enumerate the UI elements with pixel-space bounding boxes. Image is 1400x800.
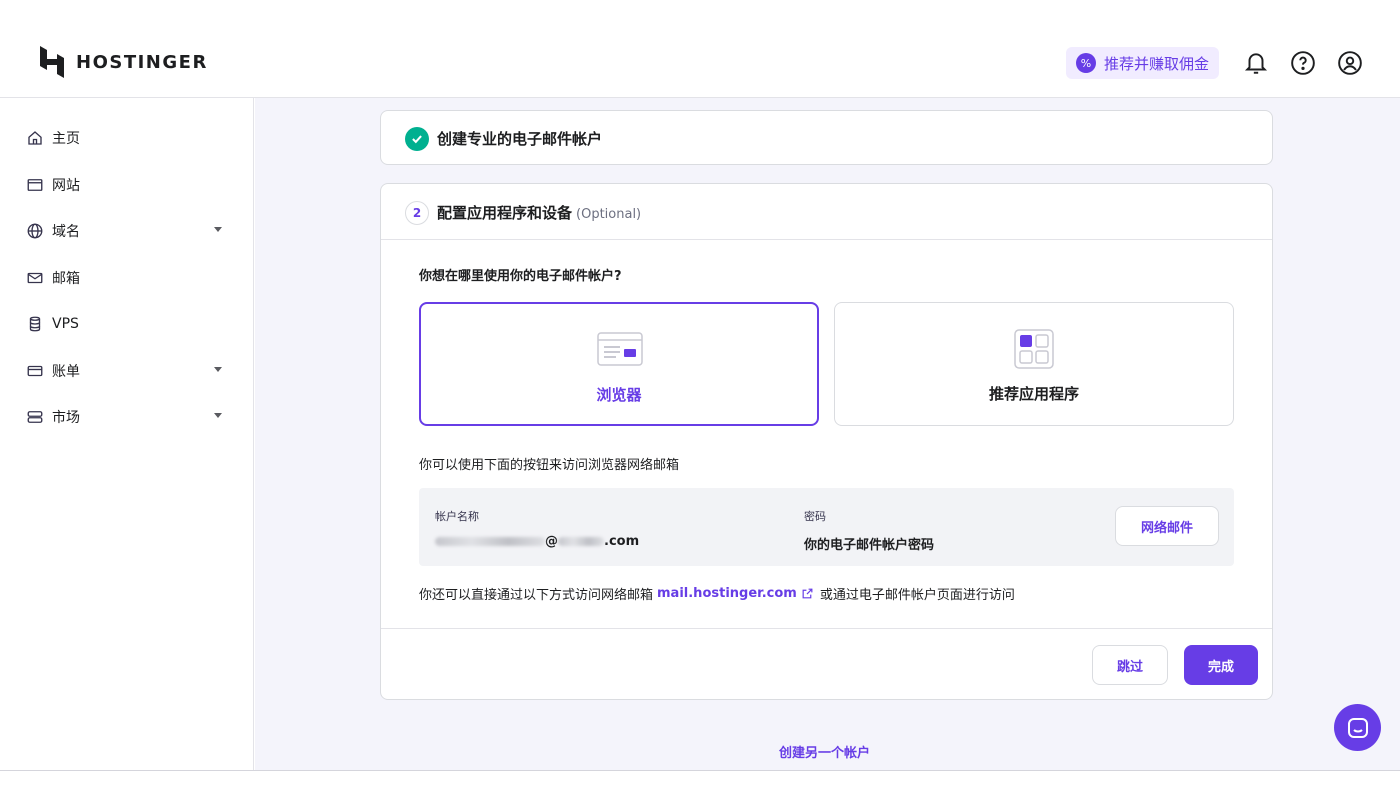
hostinger-logo-icon [40,46,64,78]
sidebar-item-label: VPS [52,316,79,332]
globe-icon [27,223,43,239]
done-button[interactable]: 完成 [1184,645,1258,685]
webmail-link[interactable]: mail.hostinger.com [657,586,797,601]
database-icon [29,316,41,332]
sidebar-item-label: 域名 [52,224,80,240]
password-value: 你的电子邮件帐户密码 [804,538,935,553]
sidebar-item-label: 邮箱 [52,271,80,287]
sidebar-item-marketplace[interactable]: 市场 [26,404,226,430]
direct-access-prefix: 你还可以直接通过以下方式访问网络邮箱 [419,588,654,603]
sidebar-item-vps[interactable]: VPS [26,311,226,337]
usage-question: 你想在哪里使用你的电子邮件帐户? [419,269,622,284]
email-at-sign: @ [545,534,558,549]
sidebar: 主页 网站 域名 邮箱 VPS 账单 市场 [0,98,254,770]
password-label: 密码 [804,510,826,523]
percent-badge-icon: % [1076,53,1096,73]
browser-window-icon [597,332,643,366]
email-domain-suffix: .com [604,534,640,549]
divider [381,239,1272,240]
bell-icon[interactable] [1243,50,1269,76]
direct-access-text: 你还可以直接通过以下方式访问网络邮箱 mail.hostinger.com 或通… [419,584,1015,603]
account-name-label: 帐户名称 [435,510,479,523]
home-icon [28,131,42,145]
sidebar-item-label: 市场 [52,410,80,426]
check-circle-icon [405,127,429,151]
redacted-text [558,537,604,546]
brand-name: HOSTINGER [76,51,208,73]
option-browser-label: 浏览器 [596,386,642,404]
card-icon [27,365,43,377]
step1-title: 创建专业的电子邮件帐户 [437,130,603,148]
divider [381,628,1272,629]
store-icon [27,411,43,423]
chevron-down-icon [214,413,222,418]
referral-promo-label: 推荐并赚取佣金 [1104,54,1210,73]
referral-promo-button[interactable]: % 推荐并赚取佣金 [1066,47,1220,79]
sidebar-item-domains[interactable]: 域名 [26,218,226,244]
sidebar-item-label: 账单 [52,364,80,380]
bottom-strip [0,770,1400,800]
sidebar-item-billing[interactable]: 账单 [26,358,226,384]
step-create-email-card[interactable]: 创建专业的电子邮件帐户 [380,110,1273,165]
brand-logo[interactable]: HOSTINGER [38,46,208,78]
sidebar-item-label: 网站 [52,178,80,194]
webmail-button[interactable]: 网络邮件 [1115,506,1219,546]
chat-support-button[interactable] [1334,704,1381,751]
chevron-down-icon [214,227,222,232]
account-name-value: @ .com [435,534,639,549]
direct-access-suffix: 或通过电子邮件帐户页面进行访问 [819,588,1015,603]
window-icon [27,179,43,191]
redacted-text [435,537,545,546]
external-link-icon[interactable] [801,587,814,600]
step-configure-apps-card: 2 配置应用程序和设备 (Optional) 你想在哪里使用你的电子邮件帐户? 浏… [380,183,1273,700]
account-icon[interactable] [1337,50,1363,76]
create-another-account-link[interactable]: 创建另一个帐户 [779,742,870,761]
chevron-down-icon [214,367,222,372]
mail-icon [27,272,43,284]
sidebar-item-email[interactable]: 邮箱 [26,265,226,291]
option-browser[interactable]: 浏览器 [419,302,819,426]
sidebar-item-home[interactable]: 主页 [26,125,226,151]
optional-tag: (Optional) [576,207,642,222]
help-icon[interactable] [1290,50,1316,76]
sidebar-item-websites[interactable]: 网站 [26,172,226,198]
chat-icon [1347,717,1368,738]
option-apps-label: 推荐应用程序 [988,385,1079,403]
top-header: HOSTINGER % 推荐并赚取佣金 [0,0,1400,98]
browser-hint: 你可以使用下面的按钮来访问浏览器网络邮箱 [419,458,680,473]
sidebar-item-label: 主页 [52,131,80,147]
step2-title: 配置应用程序和设备 (Optional) [437,202,641,223]
skip-button[interactable]: 跳过 [1092,645,1168,685]
option-recommended-apps[interactable]: 推荐应用程序 [834,302,1234,426]
step-number-badge: 2 [405,201,429,225]
account-info-panel: 帐户名称 @ .com 密码 你的电子邮件帐户密码 网络邮件 [419,488,1234,566]
apps-grid-icon [1014,329,1054,369]
step2-title-text: 配置应用程序和设备 [437,204,573,222]
